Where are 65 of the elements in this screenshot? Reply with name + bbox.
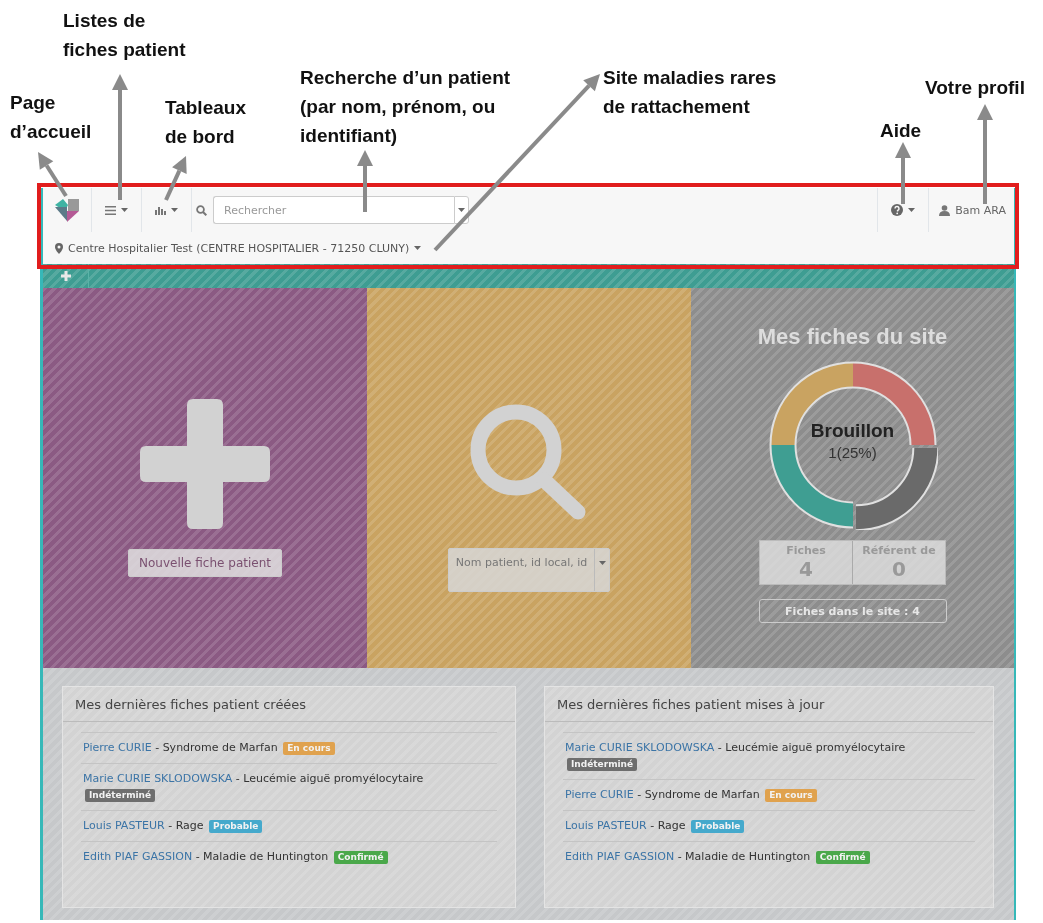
- annotation-label: Recherche d’un patient (par nom, prénom, ou identifiant): [300, 66, 511, 148]
- status-badge: Probable: [209, 820, 263, 833]
- caret-icon: [598, 561, 606, 565]
- tile-title: Mes fiches du site: [757, 324, 948, 350]
- plus-icon: [60, 271, 71, 281]
- search-icon: [196, 204, 207, 216]
- patient-search-select[interactable]: Nom patient, id local, id: [448, 548, 610, 592]
- patient-link[interactable]: Edith PIAF GASSION: [565, 850, 675, 863]
- status-badge: Indéterminé: [567, 758, 638, 771]
- stat-label: Fiches: [786, 544, 826, 557]
- diagnosis-text: - Leucémie aiguë promyélocytaire: [235, 772, 424, 785]
- diagnosis-text: - Syndrome de Marfan: [637, 788, 760, 801]
- status-badge: En cours: [765, 789, 817, 802]
- status-badge: Confirmé: [815, 851, 870, 864]
- annotation-label: Site maladies rares de rattachement: [603, 66, 777, 119]
- patient-link[interactable]: Louis PASTEUR: [83, 819, 165, 832]
- annotation-label: Tableaux de bord: [165, 96, 246, 149]
- annotation-label: Listes de fiches patient: [63, 9, 186, 62]
- status-badge: En cours: [283, 742, 335, 755]
- donut-center-value: 1(25%): [828, 444, 877, 461]
- search-icon: [470, 404, 588, 522]
- status-badge: Indéterminé: [85, 789, 156, 802]
- patient-link[interactable]: Pierre CURIE: [565, 788, 634, 801]
- diagnosis-text: - Leucémie aiguë promyélocytaire: [717, 741, 906, 754]
- patient-link[interactable]: Edith PIAF GASSION: [83, 850, 193, 863]
- diagnosis-text: - Rage: [650, 819, 686, 832]
- arrow: [357, 150, 373, 212]
- search-field[interactable]: Rechercher: [213, 196, 454, 224]
- panel-title: Mes dernières fiches patient mises à jour: [545, 687, 993, 722]
- plus-icon: [140, 399, 270, 529]
- profile-button[interactable]: Bam ARA: [928, 188, 1014, 232]
- new-patient-button[interactable]: Nouvelle fiche patient: [128, 549, 282, 577]
- caret-icon: [458, 208, 465, 212]
- help-icon: [891, 204, 904, 216]
- caret-icon: [171, 208, 178, 212]
- status-badge: Confirmé: [333, 851, 388, 864]
- arrow: [38, 152, 68, 198]
- donut-center-label: Brouillon: [810, 420, 895, 442]
- diagnosis-text: - Maladie de Huntington: [195, 850, 329, 863]
- annotation-label: Votre profil: [925, 76, 1025, 100]
- stat-value: 0: [892, 557, 906, 581]
- site-selector[interactable]: Centre Hospitalier Test (CENTRE HOSPITALIER - 71250 CLUNY): [68, 241, 410, 255]
- arrow: [164, 156, 187, 201]
- patient-link[interactable]: Pierre CURIE: [83, 741, 152, 754]
- caret-icon: [908, 208, 916, 212]
- diagnosis-text: - Rage: [168, 819, 204, 832]
- status-badge: Probable: [691, 820, 745, 833]
- patient-link[interactable]: Marie CURIE SKLODOWSKA: [83, 772, 233, 785]
- patient-link[interactable]: Marie CURIE SKLODOWSKA: [565, 741, 715, 754]
- menu-icon: [105, 205, 116, 215]
- diagnosis-text: - Syndrome de Marfan: [155, 741, 278, 754]
- arrow: [895, 142, 911, 204]
- stat-value: 4: [799, 557, 813, 581]
- location-pin-icon: [55, 242, 63, 254]
- caret-icon: [414, 246, 422, 250]
- site-records-button[interactable]: Fiches dans le site : 4: [758, 599, 947, 623]
- user-icon: [939, 204, 951, 216]
- panel-title: Mes dernières fiches patient créées: [63, 687, 515, 722]
- patient-link[interactable]: Louis PASTEUR: [565, 819, 647, 832]
- annotation-label: Page d’accueil: [10, 91, 92, 144]
- caret-icon: [121, 208, 128, 212]
- bar-chart-icon: [155, 205, 166, 215]
- annotation-label: Aide: [880, 119, 922, 143]
- stat-label: Référent de: [862, 544, 936, 557]
- diagnosis-text: - Maladie de Huntington: [677, 850, 811, 863]
